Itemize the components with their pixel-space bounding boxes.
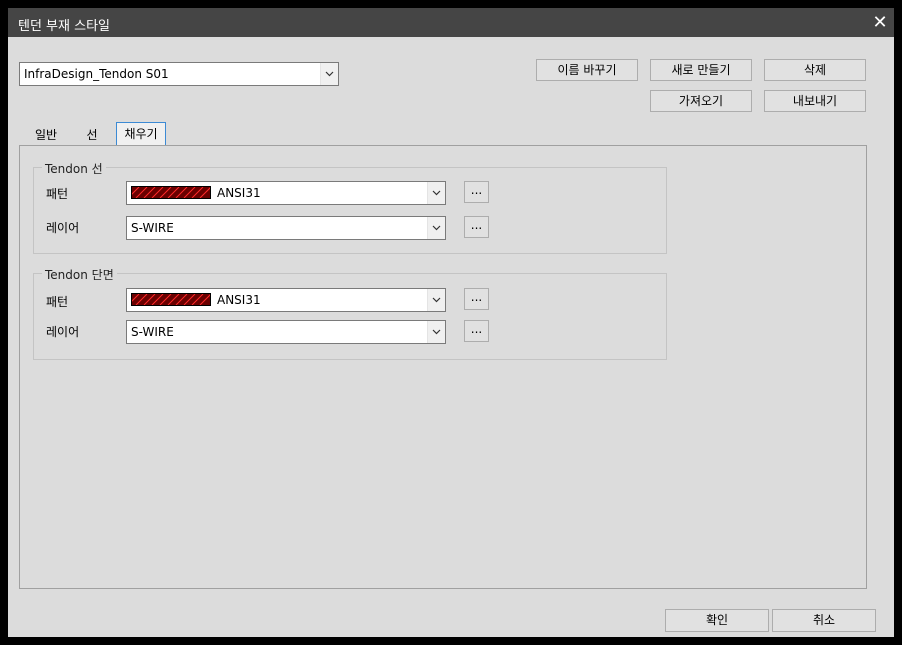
window-title: 텐던 부재 스타일 bbox=[18, 19, 110, 34]
export-button[interactable]: 내보내기 bbox=[764, 90, 866, 112]
layer-label: 레이어 bbox=[46, 325, 80, 339]
chevron-down-icon[interactable] bbox=[427, 321, 445, 343]
layer-dropdown[interactable]: S-WIRE bbox=[126, 216, 446, 240]
layer-label: 레이어 bbox=[46, 221, 80, 235]
chevron-down-icon[interactable] bbox=[320, 63, 338, 85]
chevron-down-icon[interactable] bbox=[427, 217, 445, 239]
pattern-browse-button[interactable]: ... bbox=[464, 288, 489, 310]
close-icon[interactable]: ✕ bbox=[868, 8, 892, 37]
rename-button[interactable]: 이름 바꾸기 bbox=[536, 59, 638, 81]
chevron-down-icon[interactable] bbox=[427, 289, 445, 311]
pattern-browse-button[interactable]: ... bbox=[464, 181, 489, 203]
layer-dropdown[interactable]: S-WIRE bbox=[126, 320, 446, 344]
tab-fill[interactable]: 채우기 bbox=[116, 122, 166, 146]
tab-general[interactable]: 일반 bbox=[28, 124, 64, 146]
style-dropdown[interactable]: InfraDesign_Tendon S01 bbox=[19, 62, 339, 86]
group-title: Tendon 단면 bbox=[42, 266, 117, 283]
title-bar[interactable]: 텐던 부재 스타일 ✕ bbox=[8, 8, 894, 37]
style-dropdown-value: InfraDesign_Tendon S01 bbox=[24, 67, 169, 81]
tab-line[interactable]: 선 bbox=[78, 124, 106, 146]
new-button[interactable]: 새로 만들기 bbox=[650, 59, 752, 81]
tendon-section-group: Tendon 단면 패턴 ANSI31 ... 레이어 S-WIRE ... bbox=[33, 266, 667, 360]
hatch-pattern-swatch bbox=[131, 186, 211, 199]
dialog-window: 텐던 부재 스타일 ✕ InfraDesign_Tendon S01 이름 바꾸… bbox=[8, 8, 894, 637]
cancel-button[interactable]: 취소 bbox=[772, 609, 876, 632]
tendon-line-group: Tendon 선 패턴 ANSI31 ... 레이어 S-WIRE ... bbox=[33, 160, 667, 254]
layer-value: S-WIRE bbox=[131, 221, 174, 235]
pattern-value: ANSI31 bbox=[217, 293, 261, 307]
hatch-pattern-swatch bbox=[131, 293, 211, 306]
ok-button[interactable]: 확인 bbox=[665, 609, 769, 632]
pattern-value: ANSI31 bbox=[217, 186, 261, 200]
delete-button[interactable]: 삭제 bbox=[764, 59, 866, 81]
import-button[interactable]: 가져오기 bbox=[650, 90, 752, 112]
pattern-label: 패턴 bbox=[46, 295, 69, 309]
pattern-label: 패턴 bbox=[46, 187, 69, 201]
pattern-dropdown[interactable]: ANSI31 bbox=[126, 181, 446, 205]
layer-value: S-WIRE bbox=[131, 325, 174, 339]
group-title: Tendon 선 bbox=[42, 160, 106, 177]
layer-browse-button[interactable]: ... bbox=[464, 216, 489, 238]
pattern-dropdown[interactable]: ANSI31 bbox=[126, 288, 446, 312]
chevron-down-icon[interactable] bbox=[427, 182, 445, 204]
fill-tab-panel: Tendon 선 패턴 ANSI31 ... 레이어 S-WIRE ... Te… bbox=[19, 145, 867, 589]
layer-browse-button[interactable]: ... bbox=[464, 320, 489, 342]
